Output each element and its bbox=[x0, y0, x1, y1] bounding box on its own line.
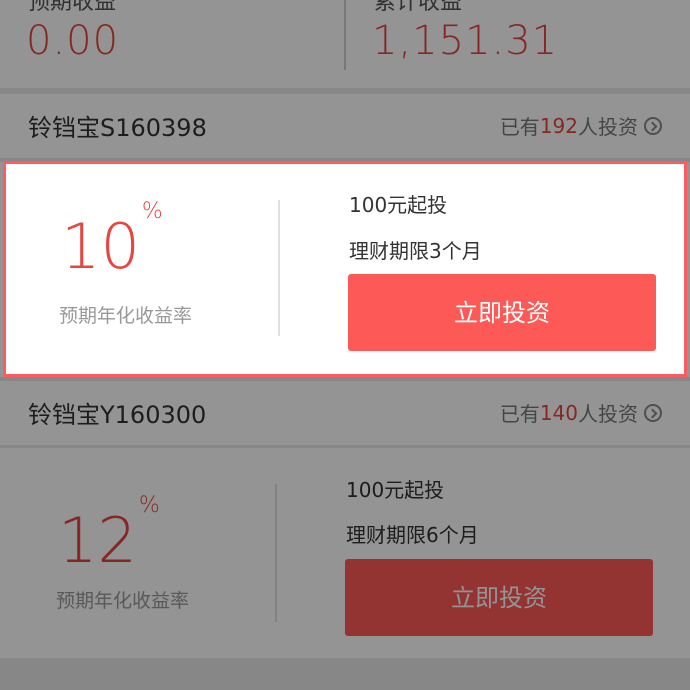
product-name: 铃铛宝S160398 bbox=[28, 114, 207, 142]
expected-earnings-label: 预期收益 bbox=[28, 0, 117, 15]
card-divider bbox=[278, 200, 280, 336]
investment-term: 理财期限6个月 bbox=[346, 523, 479, 547]
stats-divider bbox=[344, 0, 346, 70]
annual-rate-unit: % bbox=[141, 199, 163, 225]
product-card: 12% 预期年化收益率 100元起投 理财期限6个月 立即投资 bbox=[0, 448, 690, 658]
investors-count: 192 bbox=[539, 113, 578, 138]
invest-button[interactable]: 立即投资 bbox=[348, 274, 656, 351]
chevron-right-circle-icon bbox=[644, 116, 662, 135]
product-header[interactable]: 铃铛宝S160398 已有 192 人投资 bbox=[0, 94, 690, 158]
investors-prefix: 已有 bbox=[499, 115, 540, 139]
min-investment: 100元起投 bbox=[346, 478, 445, 502]
earnings-summary: 预期收益 0.00 累计收益 1,151.31 bbox=[0, 0, 690, 88]
invest-button[interactable]: 立即投资 bbox=[345, 559, 653, 636]
investors-suffix: 人投资 bbox=[578, 402, 638, 426]
investment-term: 理财期限3个月 bbox=[349, 239, 482, 263]
highlighted-product-card: 10% 预期年化收益率 100元起投 理财期限3个月 立即投资 bbox=[3, 161, 687, 377]
expected-earnings-value: 0.00 bbox=[26, 18, 120, 64]
min-investment: 100元起投 bbox=[349, 193, 448, 217]
investors-prefix: 已有 bbox=[499, 402, 540, 426]
product-header[interactable]: 铃铛宝Y160300 已有 140 人投资 bbox=[0, 381, 690, 445]
investors-link[interactable]: 已有 140 人投资 bbox=[500, 398, 662, 427]
total-earnings-label: 累计收益 bbox=[374, 0, 463, 15]
annual-rate-label: 预期年化收益率 bbox=[56, 590, 190, 612]
annual-rate-unit: % bbox=[138, 493, 160, 519]
card-divider bbox=[275, 484, 277, 622]
annual-rate: 10% bbox=[61, 201, 163, 278]
annual-rate-label: 预期年化收益率 bbox=[59, 305, 193, 327]
section-divider bbox=[0, 658, 690, 690]
investors-count: 140 bbox=[539, 400, 578, 425]
annual-rate: 12% bbox=[58, 495, 160, 572]
total-earnings-value: 1,151.31 bbox=[372, 18, 559, 64]
investors-link[interactable]: 已有 192 人投资 bbox=[500, 111, 662, 140]
investors-suffix: 人投资 bbox=[578, 115, 638, 139]
annual-rate-value: 12 bbox=[58, 504, 137, 577]
product-name: 铃铛宝Y160300 bbox=[28, 401, 207, 429]
annual-rate-value: 10 bbox=[61, 210, 140, 283]
chevron-right-circle-icon bbox=[644, 403, 662, 422]
